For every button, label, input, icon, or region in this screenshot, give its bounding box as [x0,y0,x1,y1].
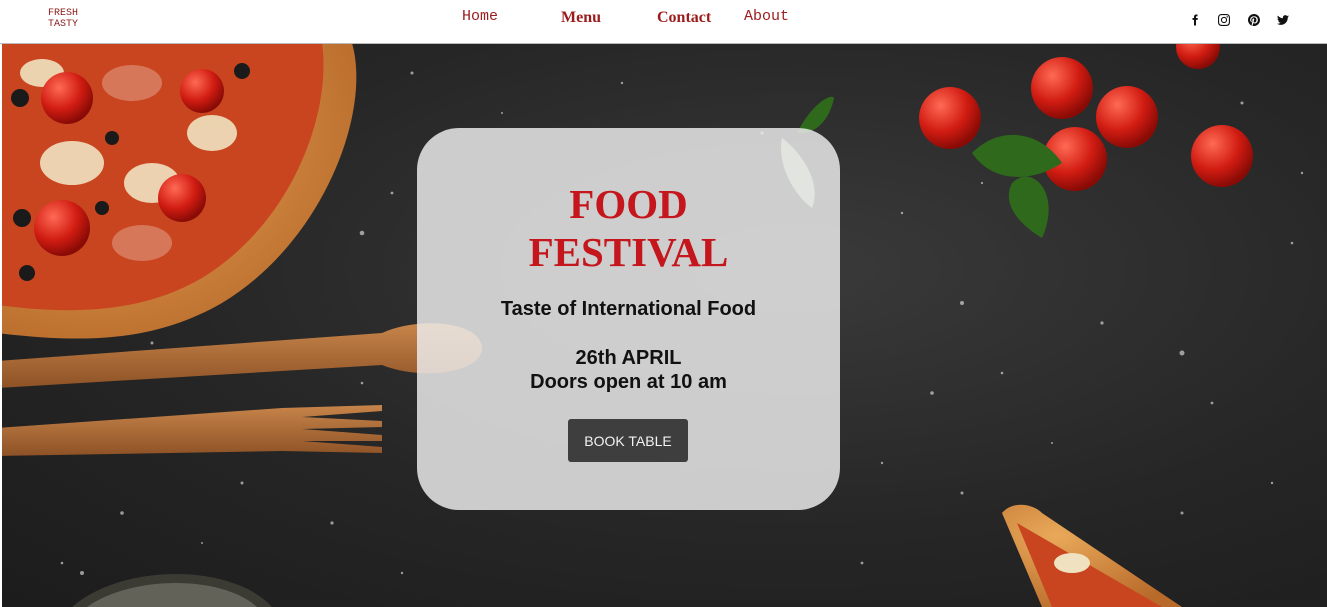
logo[interactable]: FRESH TASTY [48,8,78,30]
event-time: Doors open at 10 am [530,371,727,393]
logo-line-2: TASTY [48,19,79,30]
logo-line-1: FRESH [48,8,79,19]
event-date-info: 26th APRIL Doors open at 10 am [417,346,840,394]
event-title-line-2: FESTIVAL [528,229,729,275]
event-title-line-1: FOOD [569,181,688,227]
navbar: FRESH TASTY Home Menu Contact About [0,0,1327,44]
event-title: FOOD FESTIVAL [417,180,840,276]
twitter-icon[interactable] [1274,11,1292,29]
instagram-icon[interactable] [1215,11,1233,29]
page: FRESH TASTY Home Menu Contact About FOOD… [0,0,1327,607]
pinterest-icon[interactable] [1245,11,1263,29]
event-date: 26th APRIL [575,347,682,369]
nav-link-menu[interactable]: Menu [561,9,601,27]
nav-link-contact[interactable]: Contact [657,9,711,27]
nav-link-home[interactable]: Home [462,8,498,25]
book-table-button[interactable]: BOOK TABLE [568,419,688,462]
event-card: FOOD FESTIVAL Taste of International Foo… [417,128,840,510]
nav-link-about[interactable]: About [744,8,789,25]
facebook-icon[interactable] [1186,11,1204,29]
event-subtitle: Taste of International Food [500,298,757,320]
